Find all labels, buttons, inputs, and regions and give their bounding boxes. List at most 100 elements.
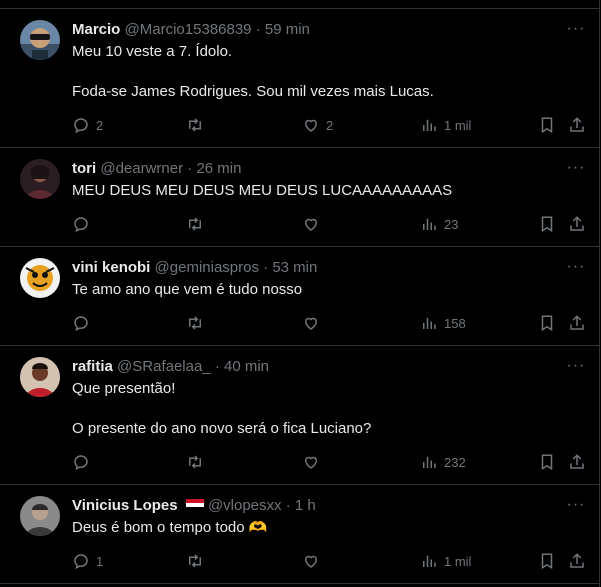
reply-icon [74,118,88,134]
avatar[interactable] [20,496,60,536]
share-button[interactable] [568,214,586,234]
tweet-text-line: Que presentão! [72,380,176,397]
author-name[interactable]: tori [72,160,96,177]
heart-icon [304,218,318,231]
avatar[interactable] [20,258,60,298]
reply-button[interactable] [72,313,90,333]
views-button[interactable]: 158 [420,313,466,333]
tweet-header: Vinicius Lopes @vlopesxx · 1 h [72,496,316,516]
views-button[interactable]: 232 [420,452,466,472]
bookmark-button[interactable] [538,313,556,333]
heart-icon [304,456,318,469]
heart-icon [304,317,318,330]
separator-dot: · [263,259,269,276]
action-bar: 1 1 mil [72,551,592,571]
share-button[interactable] [568,313,586,333]
views-icon [423,555,436,567]
reply-button[interactable] [72,214,90,234]
bookmark-button[interactable] [538,452,556,472]
like-count: 2 [326,117,334,133]
bookmark-icon [541,454,553,471]
like-button[interactable]: 2 [302,115,333,135]
tweet[interactable]: Vinicius Lopes @vlopesxx · 1 h ··· Deus … [0,485,599,584]
share-icon [570,553,584,568]
author-handle[interactable]: @geminiaspros [155,259,259,276]
avatar[interactable] [20,159,60,199]
like-button[interactable] [302,313,320,333]
reply-icon [74,554,88,570]
retweet-button[interactable] [186,551,204,571]
more-dots-icon[interactable]: ··· [566,497,586,518]
views-icon [423,218,436,230]
author-handle[interactable]: @SRafaelaa_ [117,358,211,375]
bookmark-button[interactable] [538,214,556,234]
separator-dot: · [214,358,220,375]
bookmark-icon [541,553,553,570]
share-button[interactable] [568,115,586,135]
share-icon [570,216,584,231]
author-handle[interactable]: @vlopesxx [208,497,282,514]
tweet-header: Marcio @Marcio15386839 · 59 min [72,20,310,40]
author-name[interactable]: vini kenobi [72,259,150,276]
views-button[interactable]: 23 [420,214,458,234]
bookmark-icon [541,117,553,134]
retweet-icon [189,455,201,469]
reply-icon [74,455,88,471]
like-button[interactable] [302,452,320,472]
reply-button[interactable]: 2 [72,115,103,135]
share-icon [570,315,584,330]
retweet-button[interactable] [186,115,204,135]
tweet-text-line: Te amo ano que vem é tudo nosso [72,281,303,298]
retweet-button[interactable] [186,452,204,472]
more-dots-icon[interactable]: ··· [566,259,586,280]
avatar[interactable] [20,20,60,60]
views-button[interactable]: 1 mil [420,551,471,571]
bookmark-icon [541,315,553,332]
author-name[interactable]: Vinicius Lopes [72,497,178,514]
views-button[interactable]: 1 mil [420,115,471,135]
author-handle[interactable]: @dearwrner [100,160,183,177]
tweet[interactable]: tori @dearwrner · 26 min ··· MEU DEUS ME… [0,148,599,247]
reply-count: 2 [96,117,104,133]
tweet-text-line: MEU DEUS MEU DEUS MEU DEUS LUCAAAAAAAAAS [72,182,453,199]
bookmark-button[interactable] [538,551,556,571]
timestamp[interactable]: 26 min [196,160,241,177]
retweet-icon [189,118,201,132]
action-bar: 2 2 1 mil [72,115,592,135]
timestamp[interactable]: 59 min [265,21,310,38]
more-dots-icon[interactable]: ··· [566,21,586,42]
tweet[interactable]: rafitia @SRafaelaa_ · 40 min ··· Que pre… [0,346,599,485]
reply-thread: Marcio @Marcio15386839 · 59 min ··· Meu … [0,0,600,587]
bookmark-button[interactable] [538,115,556,135]
share-button[interactable] [568,452,586,472]
reply-button[interactable]: 1 [72,551,103,571]
views-icon [423,119,436,131]
author-name[interactable]: Marcio [72,21,120,38]
timestamp[interactable]: 40 min [224,358,269,375]
tweet-header: rafitia @SRafaelaa_ · 40 min [72,357,269,377]
tweet[interactable]: Marcio @Marcio15386839 · 59 min ··· Meu … [0,9,599,148]
heart-icon [304,119,318,132]
retweet-button[interactable] [186,313,204,333]
tweet-header: tori @dearwrner · 26 min [72,159,241,179]
view-count: 23 [444,216,459,232]
separator-dot: · [255,21,261,38]
tweet[interactable]: vini kenobi @geminiaspros · 53 min ··· T… [0,247,599,346]
timestamp[interactable]: 1 h [295,497,316,514]
more-dots-icon[interactable]: ··· [566,358,586,379]
author-handle[interactable]: @Marcio15386839 [125,21,252,38]
like-button[interactable] [302,551,320,571]
timestamp[interactable]: 53 min [272,259,317,276]
share-button[interactable] [568,551,586,571]
reply-button[interactable] [72,452,90,472]
view-count: 158 [444,315,466,331]
share-icon [570,454,584,469]
author-name[interactable]: rafitia [72,358,113,375]
reply-count: 1 [96,553,104,569]
more-dots-icon[interactable]: ··· [566,160,586,181]
avatar[interactable] [20,357,60,397]
tweet-header: vini kenobi @geminiaspros · 53 min [72,258,317,278]
like-button[interactable] [302,214,320,234]
retweet-button[interactable] [186,214,204,234]
action-bar: 158 [72,313,592,333]
